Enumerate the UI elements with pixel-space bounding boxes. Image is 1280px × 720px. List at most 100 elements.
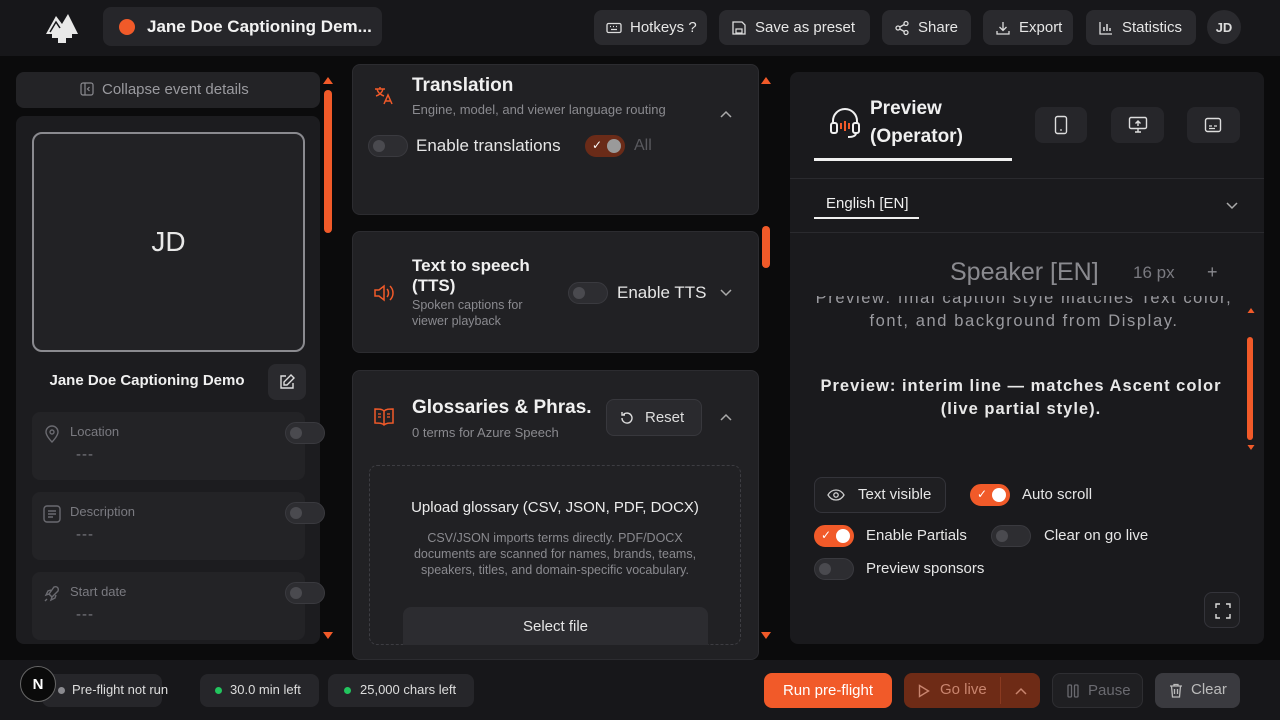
go-live-label: Go live [940, 681, 987, 698]
clear-on-go-live-label: Clear on go live [1044, 527, 1149, 544]
auto-scroll-label: Auto scroll [1022, 486, 1093, 503]
collapse-panel-icon [80, 82, 94, 96]
minutes-left-label: 30.0 min left [230, 682, 301, 697]
preview-title-line2: (Operator) [870, 126, 963, 147]
location-label: Location [70, 424, 120, 439]
language-tab-label[interactable]: English [EN] [826, 195, 909, 212]
start-date-visibility-toggle[interactable] [285, 582, 325, 604]
go-live-button[interactable]: Go live [904, 673, 1000, 708]
location-visibility-toggle[interactable] [285, 422, 325, 444]
reset-glossary-button[interactable]: Reset [606, 399, 702, 436]
keyboard-icon [606, 20, 622, 36]
rocket-icon [42, 584, 62, 604]
middle-scroll-up-icon[interactable] [761, 77, 771, 84]
collapse-label: Collapse event details [102, 81, 249, 98]
language-dropdown-chevron-icon[interactable] [1226, 202, 1238, 210]
clear-label: Clear [1191, 681, 1227, 698]
fullscreen-icon [1215, 603, 1231, 619]
preflight-status-pill[interactable]: Pre-flight not run [42, 674, 168, 707]
preview-divider-2 [790, 232, 1264, 233]
description-visibility-toggle[interactable] [285, 502, 325, 524]
preview-scrollbar-thumb[interactable] [1247, 337, 1253, 440]
statistics-button[interactable]: Statistics [1086, 10, 1196, 45]
enable-partials-toggle[interactable]: ✓ [814, 525, 854, 547]
speaker-icon [373, 283, 395, 303]
preview-divider [790, 178, 1264, 179]
fullscreen-button[interactable] [1204, 592, 1240, 628]
app-logo[interactable] [42, 10, 82, 44]
user-avatar[interactable]: JD [1207, 10, 1241, 44]
text-visible-button[interactable]: Text visible [814, 477, 946, 513]
book-icon [373, 407, 395, 427]
tts-expand-chevron-icon[interactable] [720, 289, 732, 297]
left-scroll-down-icon[interactable] [323, 632, 333, 639]
document-icon [42, 504, 62, 524]
chars-left-label: 25,000 chars left [360, 682, 457, 697]
start-date-field: Start date --- [32, 572, 325, 640]
enable-tts-label: Enable TTS [617, 283, 707, 302]
enable-translations-toggle[interactable] [368, 135, 408, 157]
n-badge[interactable]: N [20, 666, 56, 702]
edit-event-button[interactable] [268, 364, 306, 400]
preview-sponsors-label: Preview sponsors [866, 560, 985, 577]
clear-button[interactable]: Clear [1155, 673, 1240, 708]
middle-scrollbar-thumb[interactable] [762, 226, 770, 268]
mobile-icon [1054, 115, 1068, 135]
export-label: Export [1019, 19, 1063, 36]
translation-collapse-chevron-icon[interactable] [720, 110, 732, 118]
save-preset-label: Save as preset [755, 19, 856, 36]
go-live-options-chevron-icon[interactable] [1015, 687, 1027, 695]
captions-preview-button[interactable] [1187, 107, 1240, 143]
left-scrollbar-thumb[interactable] [324, 90, 332, 233]
preview-sponsors-toggle[interactable] [814, 558, 854, 580]
translation-title: Translation [412, 75, 514, 96]
clear-on-go-live-toggle[interactable] [991, 525, 1031, 547]
preview-operator-tab-underline [814, 158, 1012, 161]
preview-scroll-down-icon[interactable] [1247, 445, 1255, 450]
enable-tts-toggle[interactable] [568, 282, 608, 304]
share-icon [894, 20, 910, 36]
mobile-preview-button[interactable] [1035, 107, 1087, 143]
location-field: Location --- [32, 412, 325, 480]
go-live-divider [1000, 677, 1001, 704]
statistics-label: Statistics [1122, 19, 1183, 36]
eye-icon [827, 489, 845, 501]
text-visible-label: Text visible [858, 486, 932, 503]
glossaries-collapse-chevron-icon[interactable] [720, 413, 732, 421]
export-button[interactable]: Export [983, 10, 1073, 45]
preflight-status-dot [58, 687, 65, 694]
save-preset-button[interactable]: Save as preset [719, 10, 870, 45]
upload-glossary-description: CSV/JSON imports terms directly. PDF/DOC… [413, 531, 697, 577]
event-name: Jane Doe Captioning Demo [49, 372, 245, 389]
collapse-event-details-button[interactable]: Collapse event details [16, 72, 320, 108]
preview-scroll-up-icon[interactable] [1247, 308, 1255, 313]
save-icon [731, 20, 747, 36]
start-date-label: Start date [70, 584, 127, 599]
left-scroll-up-icon[interactable] [323, 77, 333, 84]
select-file-button[interactable]: Select file [403, 607, 708, 645]
enable-partials-label: Enable Partials [866, 527, 967, 544]
pause-label: Pause [1088, 682, 1131, 699]
translation-subtitle: Engine, model, and viewer language routi… [412, 102, 666, 117]
run-preflight-button[interactable]: Run pre-flight [764, 673, 892, 708]
event-avatar[interactable]: JD [32, 132, 305, 352]
chars-left-pill: 25,000 chars left [328, 674, 474, 707]
screen-share-preview-button[interactable] [1111, 107, 1164, 143]
preview-title-line1: Preview [870, 98, 942, 119]
pause-button[interactable]: Pause [1052, 673, 1143, 708]
checkmark-icon: ✓ [592, 138, 603, 152]
reset-icon [619, 410, 635, 426]
auto-scroll-toggle[interactable]: ✓ [970, 484, 1010, 506]
share-button[interactable]: Share [882, 10, 971, 45]
trash-icon [1169, 683, 1183, 698]
description-field: Description --- [32, 492, 325, 560]
all-languages-toggle[interactable]: ✓ [585, 135, 625, 157]
glossaries-title: Glossaries & Phras... [412, 397, 592, 418]
hotkeys-button[interactable]: Hotkeys ? [594, 10, 707, 45]
checkmark-icon: ✓ [977, 487, 988, 501]
middle-scroll-down-icon[interactable] [761, 632, 771, 639]
pause-icon [1067, 684, 1079, 698]
font-size-increase-button[interactable]: + [1207, 262, 1218, 283]
event-title-pill[interactable]: Jane Doe Captioning Dem... [103, 7, 382, 46]
captions-icon [1204, 117, 1222, 133]
